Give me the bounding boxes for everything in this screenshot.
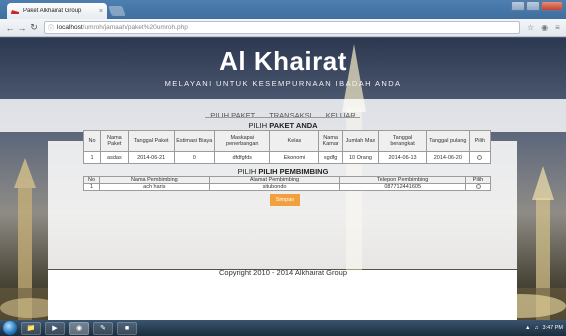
col-nama-pembimbing: Nama Pembimbing: [98, 176, 210, 184]
col-pilih: Pilih: [465, 176, 491, 184]
bookmark-star-icon[interactable]: ☆: [527, 23, 534, 32]
volume-icon[interactable]: ♫: [534, 325, 538, 331]
cell-pilih: [468, 151, 492, 164]
close-window-button[interactable]: [541, 1, 563, 11]
col-pilih: Pilih: [468, 130, 492, 152]
page-info-icon[interactable]: ⓘ: [48, 23, 54, 32]
nav-transaksi[interactable]: TRANSAKSI: [269, 111, 312, 120]
col-kelas: Kelas: [269, 130, 320, 152]
pembimbing-radio[interactable]: [475, 184, 481, 190]
cell-pilih: [465, 183, 491, 191]
url-host: localhost: [57, 24, 83, 31]
browser-tab-bar: Paket Alkhairat Group ×: [0, 0, 566, 19]
cell-tanggal-paket: 2014-06-21: [127, 151, 175, 164]
cell-no: 1: [82, 151, 102, 164]
address-bar: ← → ↻ ⓘ localhost/umroh/jamaah/paket%20u…: [0, 19, 566, 37]
explorer-taskbar-icon[interactable]: 📁: [21, 321, 41, 335]
reload-icon[interactable]: ↻: [28, 22, 40, 33]
media-taskbar-icon[interactable]: ▶: [45, 321, 65, 335]
cell-alamat-pembimbing: situbondo: [208, 183, 341, 191]
os-taskbar: 📁 ▶ ◉ ✎ ■ ▲ ♫ 3:47 PM: [0, 320, 566, 336]
paint-taskbar-icon[interactable]: ✎: [93, 321, 113, 335]
url-path: /umroh/jamaah/paket%20umroh.php: [82, 24, 188, 31]
url-input[interactable]: ⓘ localhost/umroh/jamaah/paket%20umroh.p…: [44, 21, 520, 34]
tab-title: Paket Alkhairat Group: [23, 8, 82, 14]
minimize-button[interactable]: [511, 1, 525, 11]
col-tanggal-paket: Tanggal Paket: [127, 130, 175, 152]
footer-copyright: Copyright 2010 - 2014 Alkhairat Group: [219, 268, 347, 277]
cell-estimasi-biaya: 0: [173, 151, 216, 164]
col-jumlah-max: Jumlah Max: [341, 130, 380, 152]
cell-no: 1: [83, 183, 100, 191]
system-tray: ▲ ♫ 3:47 PM: [525, 325, 563, 331]
col-tanggal-pulang: Tanggal pulang: [426, 130, 470, 152]
section-divider: [205, 117, 360, 118]
site-title: Al Khairat: [219, 46, 347, 76]
back-arrow-icon[interactable]: ←: [4, 23, 16, 33]
col-maskapai: Maskapai penerbangan: [214, 130, 271, 152]
paket-table: No Nama Paket Tanggal Paket Estimasi Bia…: [82, 130, 492, 164]
forward-arrow-icon[interactable]: →: [16, 23, 28, 33]
cell-maskapai: dfdfgfds: [214, 151, 271, 164]
chrome-taskbar-icon[interactable]: ◉: [69, 321, 89, 335]
cell-tanggal-berangkat: 2014-06-13: [378, 151, 428, 164]
cell-nama-paket: asdas: [100, 151, 129, 164]
table-row: 1 asdas 2014-06-21 0 dfdfgfds Ekonomi sg…: [82, 151, 492, 164]
network-icon[interactable]: ▲: [525, 325, 530, 331]
col-telepon-pembimbing: Telepon Pembimbing: [339, 176, 467, 184]
shoe-favicon-icon: [11, 10, 19, 14]
col-estimasi-biaya: Estimasi Biaya: [173, 130, 216, 152]
site-tagline: MELAYANI UNTUK KESEMPURNAAN IBADAH ANDA: [164, 79, 402, 88]
paket-section-title: PILIH PAKET ANDA: [248, 121, 318, 130]
app-taskbar-icon[interactable]: ■: [117, 321, 137, 335]
browser-tab[interactable]: Paket Alkhairat Group ×: [7, 3, 107, 19]
window-controls: [511, 1, 563, 11]
pembimbing-table: No Nama Pembimbing Alamat Pembimbing Tel…: [83, 176, 491, 191]
nav-keluar[interactable]: KELUAR: [326, 111, 356, 120]
cell-nama-pembimbing: ach haris: [98, 183, 210, 191]
nav-pilih-paket[interactable]: PILIH PAKET: [210, 111, 255, 120]
tab-close-icon[interactable]: ×: [99, 8, 103, 15]
extension-icon[interactable]: ◉: [541, 23, 548, 32]
maximize-button[interactable]: [526, 1, 540, 11]
table-row: 1 ach haris situbondo 087712441605: [83, 183, 491, 191]
col-nama-kamar: Nama Kamar: [318, 130, 343, 152]
footer-panel: [48, 270, 517, 320]
browser-menu-icon[interactable]: ≡: [555, 23, 560, 32]
pembimbing-section-title: PILIH PILIH PEMBIMBING: [237, 167, 329, 176]
start-button[interactable]: [3, 321, 17, 335]
cell-kelas: Ekonomi: [269, 151, 320, 164]
paket-table-header: No Nama Paket Tanggal Paket Estimasi Bia…: [82, 130, 492, 152]
paket-radio[interactable]: [477, 154, 483, 160]
col-no: No: [82, 130, 102, 152]
col-nama-paket: Nama Paket: [100, 130, 129, 152]
clock[interactable]: 3:47 PM: [543, 325, 563, 331]
cell-telepon-pembimbing: 087712441605: [339, 183, 467, 191]
cell-tanggal-pulang: 2014-06-20: [426, 151, 470, 164]
col-alamat-pembimbing: Alamat Pembimbing: [208, 176, 341, 184]
pembimbing-table-header: No Nama Pembimbing Alamat Pembimbing Tel…: [83, 176, 491, 184]
cell-nama-kamar: sgdfg: [318, 151, 343, 164]
new-tab-button[interactable]: [108, 6, 126, 16]
cell-jumlah-max: 10 Orang: [341, 151, 380, 164]
col-tanggal-berangkat: Tanggal berangkat: [378, 130, 428, 152]
col-no: No: [83, 176, 100, 184]
simpan-button[interactable]: Simpan: [270, 194, 300, 206]
